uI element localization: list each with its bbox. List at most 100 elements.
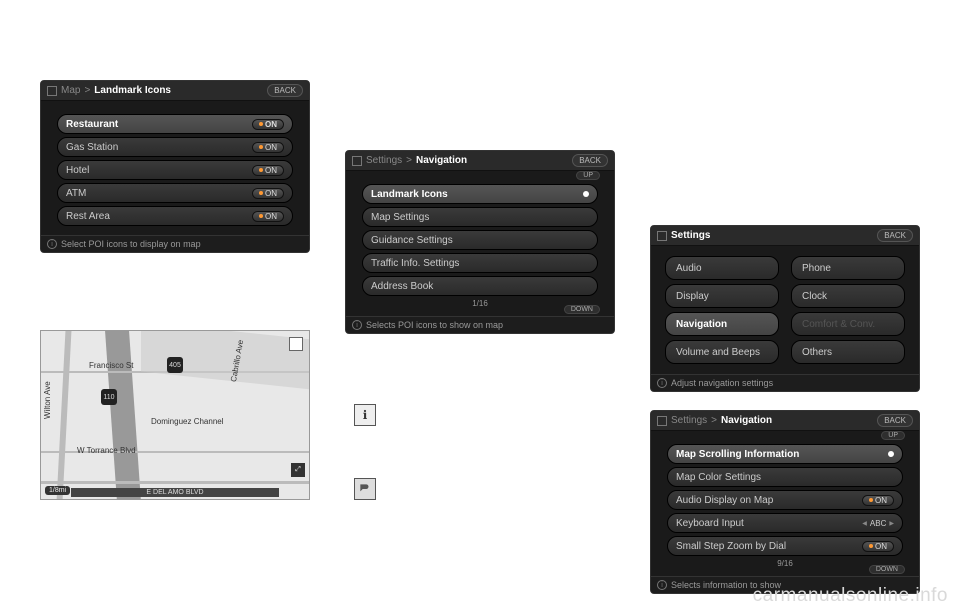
hint-text: Select POI icons to display on map [61, 239, 201, 249]
voice-command-icon [354, 478, 376, 500]
breadcrumb-root: Settings [366, 155, 402, 166]
nav2-item-map-scrolling[interactable]: Map Scrolling Information [667, 444, 903, 464]
settings-title: Settings [671, 230, 710, 241]
nav-item-address-book[interactable]: Address Book [362, 276, 598, 296]
landmark-item-restaurant[interactable]: Restaurant ON [57, 114, 293, 134]
settings-others-button[interactable]: Others [791, 340, 905, 364]
scroll-up-button[interactable]: UP [881, 431, 905, 440]
highway-shield-110: 110 [101, 389, 117, 405]
item-label: Map Color Settings [676, 472, 761, 483]
toggle-on[interactable]: ON [252, 211, 284, 222]
scroll-up-button[interactable]: UP [576, 171, 600, 180]
breadcrumb-root: Settings [671, 415, 707, 426]
item-label: Landmark Icons [371, 189, 448, 200]
toggle-on[interactable]: ON [862, 541, 894, 552]
nav2-list: UP Map Scrolling Information Map Color S… [651, 431, 919, 576]
next-icon[interactable]: ▶ [889, 520, 894, 527]
hint-text: Selects POI icons to show on map [366, 320, 503, 330]
back-nav-icon[interactable] [352, 156, 362, 166]
item-label: Rest Area [66, 211, 110, 222]
nav-item-landmark-icons[interactable]: Landmark Icons [362, 184, 598, 204]
settings-volume-button[interactable]: Volume and Beeps [665, 340, 779, 364]
nav2-item-map-color[interactable]: Map Color Settings [667, 467, 903, 487]
landmark-item-gas[interactable]: Gas Station ON [57, 137, 293, 157]
info-icon: i [47, 239, 57, 249]
item-label: Traffic Info. Settings [371, 258, 459, 269]
current-road-label: E DEL AMO BLVD [71, 488, 279, 497]
settings-navigation-panel-2: Settings > Navigation BACK UP Map Scroll… [650, 410, 920, 594]
back-nav-icon[interactable] [657, 416, 667, 426]
landmark-icons-panel: Map > Landmark Icons BACK Restaurant ON … [40, 80, 310, 253]
settings-phone-button[interactable]: Phone [791, 256, 905, 280]
settings-comfort-button: Comfort & Conv. [791, 312, 905, 336]
nav-item-guidance[interactable]: Guidance Settings [362, 230, 598, 250]
scale-indicator: 1/8mi [45, 486, 70, 495]
item-label: Audio Display on Map [676, 495, 773, 506]
map-preview[interactable]: Francisco St W Torrance Blvd Dominguez C… [40, 330, 310, 500]
page-indicator: 9/16 [667, 559, 903, 570]
landmark-list: Restaurant ON Gas Station ON Hotel ON AT… [41, 101, 309, 235]
landmark-item-hotel[interactable]: Hotel ON [57, 160, 293, 180]
back-button[interactable]: BACK [267, 84, 303, 97]
info-icon: i [657, 580, 667, 590]
item-label: Map Settings [371, 212, 429, 223]
watermark-text: carmanualsonline.info [753, 585, 948, 607]
settings-navigation-panel-1: Settings > Navigation BACK UP Landmark I… [345, 150, 615, 334]
selection-dot-icon [888, 451, 894, 457]
page-indicator: 1/16 [362, 299, 598, 310]
scroll-down-button[interactable]: DOWN [869, 565, 905, 574]
breadcrumb-sep: > [711, 415, 717, 426]
nav2-item-small-step-zoom[interactable]: Small Step Zoom by Dial ON [667, 536, 903, 556]
item-label: Gas Station [66, 142, 118, 153]
item-label: ATM [66, 188, 86, 199]
nav-item-map-settings[interactable]: Map Settings [362, 207, 598, 227]
prev-icon[interactable]: ◀ [862, 520, 867, 527]
settings-display-button[interactable]: Display [665, 284, 779, 308]
item-label: Map Scrolling Information [676, 449, 799, 460]
settings-right-col: Phone Clock Comfort & Conv. Others [791, 256, 905, 364]
back-button[interactable]: BACK [877, 414, 913, 427]
back-nav-icon[interactable] [657, 231, 667, 241]
hint-bar: i Select POI icons to display on map [41, 235, 309, 252]
hint-bar: i Selects POI icons to show on map [346, 316, 614, 333]
item-label: Restaurant [66, 119, 118, 130]
nav2-item-audio-display[interactable]: Audio Display on Map ON [667, 490, 903, 510]
panel-header: Settings BACK [651, 226, 919, 246]
panel-header: Settings > Navigation BACK [651, 411, 919, 431]
toggle-on[interactable]: ON [252, 142, 284, 153]
nav-item-traffic[interactable]: Traffic Info. Settings [362, 253, 598, 273]
info-icon: i [657, 378, 667, 388]
stepper-value: ABC [870, 519, 886, 528]
settings-clock-button[interactable]: Clock [791, 284, 905, 308]
landmark-item-restarea[interactable]: Rest Area ON [57, 206, 293, 226]
road-label-francisco: Francisco St [89, 361, 133, 370]
toggle-on[interactable]: ON [862, 495, 894, 506]
value-stepper[interactable]: ◀ ABC ▶ [862, 519, 894, 528]
back-button[interactable]: BACK [572, 154, 608, 167]
settings-panel: Settings BACK Audio Display Navigation V… [650, 225, 920, 392]
selection-dot-icon [583, 191, 589, 197]
breadcrumb-leaf: Navigation [416, 155, 467, 166]
nav-list: UP Landmark Icons Map Settings Guidance … [346, 171, 614, 316]
landmark-item-atm[interactable]: ATM ON [57, 183, 293, 203]
toggle-on[interactable]: ON [252, 119, 284, 130]
back-button[interactable]: BACK [877, 229, 913, 242]
settings-navigation-button[interactable]: Navigation [665, 312, 779, 336]
item-label: Guidance Settings [371, 235, 453, 246]
back-nav-icon[interactable] [47, 86, 57, 96]
compass-icon[interactable] [289, 337, 303, 351]
map-control-icon[interactable]: ⤢ [291, 463, 305, 477]
item-label: Address Book [371, 281, 433, 292]
toggle-on[interactable]: ON [252, 188, 284, 199]
settings-left-col: Audio Display Navigation Volume and Beep… [665, 256, 779, 364]
nav2-item-keyboard-input[interactable]: Keyboard Input ◀ ABC ▶ [667, 513, 903, 533]
road-label-torrance: W Torrance Blvd [77, 446, 136, 455]
breadcrumb-leaf: Landmark Icons [94, 85, 171, 96]
hint-bar: i Adjust navigation settings [651, 374, 919, 391]
speech-icon [358, 482, 372, 496]
settings-audio-button[interactable]: Audio [665, 256, 779, 280]
scroll-down-button[interactable]: DOWN [564, 305, 600, 314]
toggle-on[interactable]: ON [252, 165, 284, 176]
breadcrumb-sep: > [406, 155, 412, 166]
channel-label: Dominguez Channel [151, 417, 224, 426]
